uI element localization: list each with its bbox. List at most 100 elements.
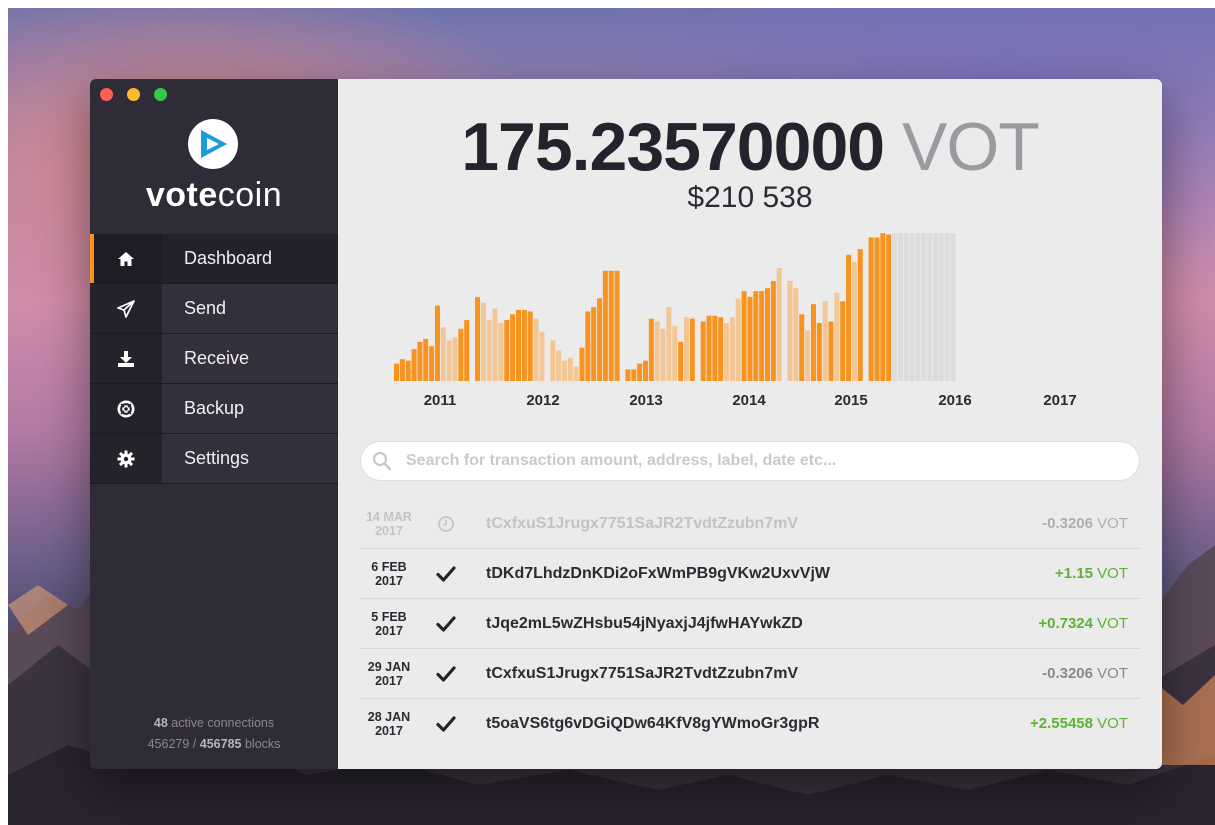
chart-bar-future [892,233,897,381]
sidebar-item-label: Send [162,284,338,333]
sidebar-item-settings[interactable]: Settings [90,434,338,484]
checkmark-icon [418,615,474,633]
sidebar-item-label: Receive [162,334,338,383]
blocks-total: 456785 [199,737,242,751]
chart-bar [573,366,579,381]
chart-bar [678,341,684,381]
chart-bar [700,321,706,381]
transaction-amount: -0.3206 VOT [1042,515,1128,532]
sidebar-item-backup[interactable]: Backup [90,384,338,434]
chart-bar [631,369,637,381]
chart-bar-future [932,233,938,381]
sidebar-item-label: Settings [162,434,338,483]
chart-bar [539,331,545,381]
sidebar-item-receive[interactable]: Receive [90,334,338,384]
chart-bar [637,363,643,381]
transaction-amount: -0.3206 VOT [1042,665,1128,682]
sidebar-item-send[interactable]: Send [90,284,338,334]
chart-x-tick-label: 2016 [938,392,971,409]
transaction-address: t5oaVS6tg6vDGiQDw64KfV8gYWmoGr3gpR [486,714,820,732]
transaction-date: 5 FEB 2017 [371,609,407,638]
chart-bar [718,317,724,381]
transaction-amount: +0.7324 VOT [1038,615,1128,632]
chart-bar [816,323,822,381]
transaction-row[interactable]: 14 MAR 2017 tCxfxuS1Jrugx7751SaJR2TvdtZzub… [360,499,1140,549]
chart-bar [654,321,660,381]
chart-bar [608,270,614,381]
transaction-row[interactable]: 28 JAN 2017 t5oaVS6tg6vDGiQDw64KfV8gYWmoGr… [360,699,1140,748]
chart-bar [464,320,470,381]
chart-bar [868,237,874,381]
chart-bar [625,369,631,381]
chart-bar [828,321,834,381]
chart-bar [458,328,464,381]
chart-bar [498,323,504,381]
chart-bar [417,341,423,381]
chart-bar-future [897,233,903,381]
checkmark-icon [418,715,474,733]
chart-bar [886,234,892,381]
chart-bar [747,296,753,381]
chart-bar [643,360,648,381]
connection-count: 48 [153,716,168,730]
transaction-amount: +1.15 VOT [1055,565,1128,582]
chart-bar [776,267,782,381]
chart-bar [672,325,678,381]
chart-bar [666,307,672,381]
transaction-list: 14 MAR 2017 tCxfxuS1Jrugx7751SaJR2TvdtZzub… [360,499,1140,748]
chart-bar [452,337,458,381]
chart-x-tick-label: 2013 [629,392,662,409]
chart-bar [602,270,608,381]
chart-x-tick-label: 2012 [526,392,559,409]
blocks-current: 456279 [147,737,190,751]
chart-bar [510,314,516,381]
transaction-row[interactable]: 6 FEB 2017 tDKd7LhdzDnKDi2oFxWmPB9gVKw2Uxv… [360,549,1140,599]
transaction-address: tCxfxuS1Jrugx7751SaJR2TvdtZzubn7mV [486,514,799,532]
chart-bar [787,280,793,381]
home-icon [90,234,162,283]
clock-icon [418,515,474,533]
paper-plane-icon [90,284,162,333]
chart-bar [880,233,886,381]
chart-bar [834,292,840,381]
search-input[interactable] [404,441,1140,481]
chart-bar [556,350,562,381]
transaction-row[interactable]: 5 FEB 2017 tJqe2mL5wZHsbu54jNyaxjJ4jfwHAYw… [360,599,1140,649]
close-window-button[interactable] [100,88,113,101]
chart-bar-future [915,233,921,381]
chart-bar [712,315,718,381]
chart-bar-future [950,233,956,381]
chart-bar [399,359,405,381]
chart-x-tick-label: 2017 [1043,392,1076,409]
chart-bar [405,360,411,381]
download-icon [90,334,162,383]
chart-bar [434,305,440,381]
chart-bar-future [921,233,927,381]
sidebar-item-dashboard[interactable]: Dashboard [90,234,338,284]
chart-bar [521,309,527,381]
transaction-date: 6 FEB 2017 [371,559,407,588]
chart-bar [741,291,747,381]
chart-bar [516,309,521,381]
minimize-window-button[interactable] [127,88,140,101]
lifebuoy-icon [90,384,162,433]
play-logo-icon [201,130,227,158]
chart-bar [585,311,591,381]
balance-fiat: $210 538 [687,181,813,214]
chart-bar [394,363,399,381]
chart-bar [660,328,666,381]
chart-bar [527,311,533,381]
zoom-window-button[interactable] [154,88,167,101]
balance-history-chart: 2011 2012 2013 2014 2015 2016 2017 [394,233,1077,409]
transaction-address: tCxfxuS1Jrugx7751SaJR2TvdtZzubn7mV [486,664,799,682]
chart-bar [857,249,863,381]
sidebar: votecoin Dashboard Send Receive Backup Setti… [90,79,338,769]
search-bar [360,441,1140,481]
sidebar-item-label: Dashboard [162,234,338,283]
transaction-row[interactable]: 29 JAN 2017 tCxfxuS1Jrugx7751SaJR2TvdtZzub… [360,649,1140,699]
sidebar-nav: Dashboard Send Receive Backup Settings [90,234,338,484]
transaction-date: 14 MAR 2017 [366,509,412,538]
chart-bar [475,296,481,381]
chart-x-tick-label: 2015 [834,392,867,409]
chart-bar [759,291,765,381]
